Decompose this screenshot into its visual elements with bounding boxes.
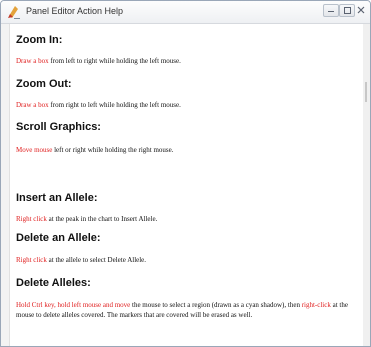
close-icon xyxy=(357,6,365,14)
description-text: at the peak in the chart to Insert Allel… xyxy=(46,215,158,223)
app-icon xyxy=(8,6,20,19)
section-description: Draw a box from right to left while hold… xyxy=(16,100,356,110)
section-description: Draw a box from left to right while hold… xyxy=(16,56,356,66)
action-text: Right click xyxy=(16,215,47,223)
section-description: Move mouse left or right while holding t… xyxy=(16,145,356,155)
action-text: Hold Ctrl key, hold left mouse and move xyxy=(16,301,131,309)
help-window: Panel Editor Action Help Zoom In: Draw a… xyxy=(0,0,371,347)
section-scroll-graphics: Scroll Graphics: Move mouse left or righ… xyxy=(16,121,356,155)
section-insert-allele: Insert an Allele: Right click at the pea… xyxy=(16,192,356,224)
section-description: Right click at the peak in the chart to … xyxy=(16,214,356,224)
title-bar[interactable]: Panel Editor Action Help xyxy=(1,1,370,24)
section-heading: Delete an Allele: xyxy=(16,232,101,244)
action-text: Draw a box xyxy=(16,101,49,109)
description-text: left or right while holding the right mo… xyxy=(52,146,174,154)
description-text: at the allele to select Delete Allele. xyxy=(46,256,147,264)
section-heading: Scroll Graphics: xyxy=(16,121,101,133)
description-text: the mouse to select a region (drawn as a… xyxy=(130,301,302,309)
section-heading: Zoom Out: xyxy=(16,78,72,90)
action-text: Right click xyxy=(16,256,47,264)
section-zoom-in: Zoom In: Draw a box from left to right w… xyxy=(16,34,356,66)
maximize-button[interactable] xyxy=(339,4,355,17)
action-text: Draw a box xyxy=(16,57,49,65)
right-scrollbar[interactable] xyxy=(363,24,370,346)
section-heading: Zoom In: xyxy=(16,34,63,46)
close-button[interactable] xyxy=(355,4,367,15)
help-content: Zoom In: Draw a box from left to right w… xyxy=(9,24,364,346)
description-text: from left to right while holding the lef… xyxy=(48,57,181,65)
section-delete-allele: Delete an Allele: Right click at the all… xyxy=(16,232,356,265)
section-heading: Delete Alleles: xyxy=(16,277,91,289)
section-description: Right click at the allele to select Dele… xyxy=(16,255,356,265)
section-zoom-out: Zoom Out: Draw a box from right to left … xyxy=(16,78,356,110)
action-text: Move mouse xyxy=(16,146,53,154)
window-title: Panel Editor Action Help xyxy=(26,6,124,16)
section-heading: Insert an Allele: xyxy=(16,192,98,204)
section-description: Hold Ctrl key, hold left mouse and move … xyxy=(16,300,356,320)
minimize-button[interactable] xyxy=(323,4,339,17)
action-text-2: right-click xyxy=(301,301,331,309)
section-delete-alleles: Delete Alleles: Hold Ctrl key, hold left… xyxy=(16,277,356,320)
description-text: from right to left while holding the lef… xyxy=(48,101,181,109)
